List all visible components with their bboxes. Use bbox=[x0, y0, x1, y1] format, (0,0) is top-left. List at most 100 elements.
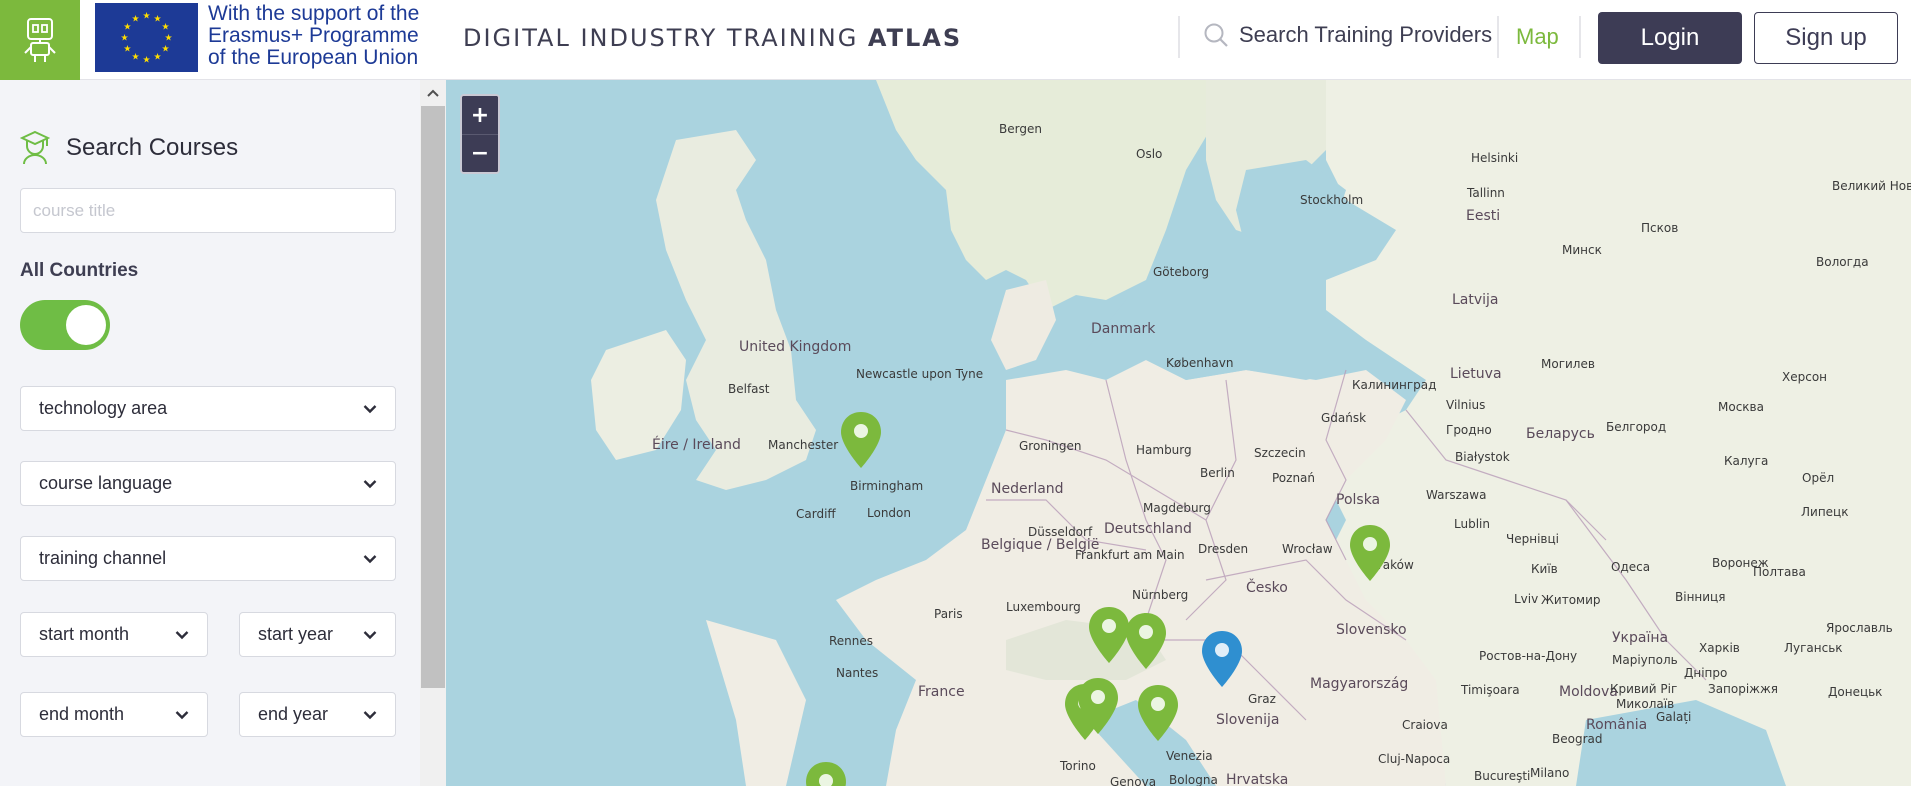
start-month-value: start month bbox=[39, 624, 130, 644]
city-label: Craiova bbox=[1402, 718, 1448, 732]
city-label: Szczecin bbox=[1254, 446, 1306, 460]
city-label: Кривий Ріг bbox=[1610, 682, 1678, 696]
map-marker-icon[interactable] bbox=[1347, 523, 1393, 583]
svg-text:★: ★ bbox=[164, 33, 172, 43]
city-label: Могилев bbox=[1541, 357, 1595, 371]
country-label: Deutschland bbox=[1104, 521, 1192, 537]
city-label: Galați bbox=[1656, 710, 1692, 724]
country-label: Česko bbox=[1246, 580, 1288, 596]
chevron-down-icon bbox=[363, 630, 377, 639]
header-divider bbox=[1178, 16, 1180, 58]
eu-support-line: Erasmus+ Programme bbox=[208, 24, 419, 47]
all-countries-toggle[interactable] bbox=[20, 300, 110, 350]
map-marker-icon[interactable] bbox=[1199, 629, 1245, 689]
city-label: Nantes bbox=[836, 666, 879, 680]
city-label: Вологда bbox=[1816, 255, 1869, 269]
city-label: Rennes bbox=[829, 634, 874, 648]
city-label: Helsinki bbox=[1471, 151, 1519, 165]
start-month-select[interactable]: start month bbox=[20, 612, 208, 657]
city-label: Житомир bbox=[1541, 593, 1601, 607]
svg-text:★: ★ bbox=[142, 55, 150, 65]
signup-button[interactable]: Sign up bbox=[1754, 12, 1898, 64]
start-year-select[interactable]: start year bbox=[239, 612, 396, 657]
course-language-select[interactable]: course language bbox=[20, 461, 396, 506]
country-label: Slovensko bbox=[1336, 622, 1407, 638]
sidebar-scrollbar[interactable] bbox=[420, 80, 446, 786]
scroll-up-arrow-icon[interactable] bbox=[420, 80, 446, 106]
city-label: Маріуполь bbox=[1612, 653, 1678, 667]
country-label: Nederland bbox=[991, 481, 1064, 497]
end-month-select[interactable]: end month bbox=[20, 692, 208, 737]
city-label: Bergen bbox=[999, 122, 1042, 136]
country-label: Eesti bbox=[1466, 208, 1501, 224]
city-label: Гродно bbox=[1446, 423, 1492, 437]
country-label: Polska bbox=[1336, 492, 1381, 508]
training-channel-select[interactable]: training channel bbox=[20, 536, 396, 581]
city-label: Запоріжжя bbox=[1708, 682, 1779, 696]
atlas-logo[interactable] bbox=[0, 0, 80, 80]
city-label: Venezia bbox=[1166, 749, 1213, 763]
eu-support-line: With the support of the bbox=[208, 2, 420, 25]
country-label: Slovenija bbox=[1216, 712, 1280, 728]
map-marker-icon[interactable] bbox=[1135, 683, 1181, 743]
training-channel-value: training channel bbox=[39, 548, 167, 568]
login-button[interactable]: Login bbox=[1598, 12, 1742, 64]
technology-area-select[interactable]: technology area bbox=[20, 386, 396, 431]
city-label: Warszawa bbox=[1426, 488, 1487, 502]
city-label: Paris bbox=[934, 607, 963, 621]
map-background bbox=[591, 80, 1911, 786]
search-sidebar: Search Courses All Countries technology … bbox=[0, 80, 420, 786]
eu-support-line: of the European Union bbox=[208, 46, 419, 69]
header-divider bbox=[1579, 16, 1581, 58]
city-label: Миколаїв bbox=[1616, 697, 1675, 711]
svg-text:★: ★ bbox=[131, 52, 139, 62]
city-label: Manchester bbox=[768, 438, 839, 452]
city-label: Псков bbox=[1641, 221, 1679, 235]
city-label: Milano bbox=[1530, 766, 1570, 780]
map-marker-icon[interactable] bbox=[1123, 611, 1169, 671]
city-label: London bbox=[867, 506, 911, 520]
city-label: København bbox=[1166, 356, 1234, 370]
site-title[interactable]: DIGITAL INDUSTRY TRAINING ATLAS bbox=[463, 24, 962, 52]
city-label: Białystok bbox=[1455, 450, 1510, 464]
technology-area-value: technology area bbox=[39, 398, 168, 418]
city-label: Poznań bbox=[1272, 471, 1316, 485]
chevron-down-icon bbox=[363, 479, 377, 488]
search-training-providers-link[interactable]: Search Training Providers bbox=[1203, 22, 1492, 48]
site-title-light: DIGITAL INDUSTRY TRAINING bbox=[463, 24, 868, 52]
city-label: Воронеж bbox=[1712, 556, 1769, 570]
city-label: Newcastle upon Tyne bbox=[856, 367, 984, 381]
map-marker-icon[interactable] bbox=[1075, 676, 1121, 736]
city-label: Graz bbox=[1248, 692, 1276, 706]
end-year-select[interactable]: end year bbox=[239, 692, 396, 737]
city-label: Wrocław bbox=[1282, 542, 1333, 556]
scrollbar-thumb[interactable] bbox=[421, 106, 445, 688]
city-label: Tallinn bbox=[1467, 186, 1505, 200]
map-marker-icon[interactable] bbox=[803, 760, 849, 786]
search-training-providers-label: Search Training Providers bbox=[1239, 22, 1493, 47]
city-label: Київ bbox=[1531, 562, 1558, 576]
top-header: ★ ★ ★ ★ ★ ★ ★ ★ ★ ★ ★ ★ With the support of the Era… bbox=[0, 0, 1911, 80]
city-label: Херсон bbox=[1782, 370, 1828, 384]
map-view[interactable]: + − United Kingdom Éire / Ireland Danmar… bbox=[446, 80, 1911, 786]
zoom-in-button[interactable]: + bbox=[462, 96, 498, 134]
end-month-value: end month bbox=[39, 704, 125, 724]
city-label: Berlin bbox=[1200, 466, 1235, 480]
search-courses-heading: Search Courses bbox=[20, 130, 238, 166]
country-label: France bbox=[918, 684, 965, 700]
country-label: Latvija bbox=[1452, 292, 1499, 308]
city-label: Орёл bbox=[1802, 471, 1835, 485]
city-label: Дніпро bbox=[1684, 666, 1728, 680]
svg-text:★: ★ bbox=[131, 13, 139, 23]
city-label: Белгород bbox=[1606, 420, 1667, 434]
map-marker-icon[interactable] bbox=[838, 410, 884, 470]
city-label: Липецк bbox=[1801, 505, 1849, 519]
zoom-out-button[interactable]: − bbox=[462, 134, 498, 172]
course-title-input[interactable] bbox=[20, 188, 396, 233]
city-label: Timişoara bbox=[1461, 683, 1520, 697]
country-label: Україна bbox=[1612, 630, 1669, 646]
map-link[interactable]: Map bbox=[1516, 24, 1559, 50]
start-year-value: start year bbox=[258, 624, 334, 644]
city-label: Харків bbox=[1699, 641, 1740, 655]
city-label: Вінниця bbox=[1675, 590, 1726, 604]
